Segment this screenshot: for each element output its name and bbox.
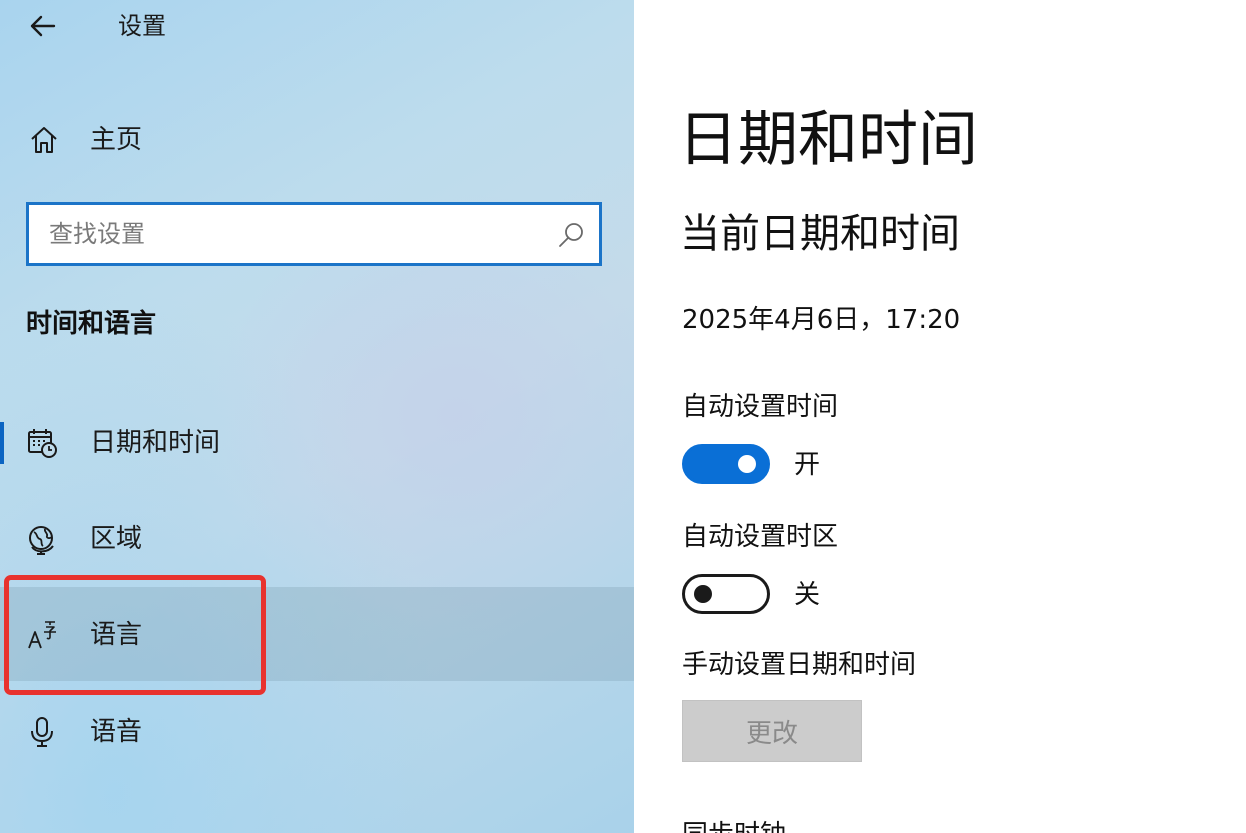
auto-timezone-toggle[interactable] bbox=[682, 574, 770, 614]
main-content: 日期和时间 当前日期和时间 2025年4月6日，17:20 自动设置时间 开 自… bbox=[634, 0, 1246, 833]
section-heading: 时间和语言 bbox=[26, 309, 157, 339]
home-icon bbox=[28, 124, 60, 156]
back-arrow-icon bbox=[30, 15, 56, 37]
change-button[interactable]: 更改 bbox=[682, 700, 862, 762]
sidebar-item-label: 主页 bbox=[90, 125, 143, 155]
auto-timezone-state: 关 bbox=[794, 580, 821, 610]
search-input[interactable] bbox=[49, 213, 549, 255]
settings-sidebar: 设置 主页 时间和语言 日期和时间 bbox=[0, 0, 634, 833]
app-title: 设置 bbox=[118, 12, 166, 40]
sidebar-item-label: 区域 bbox=[90, 524, 143, 554]
sync-clock-heading: 同步时钟 bbox=[682, 818, 786, 833]
search-box bbox=[26, 202, 602, 266]
page-title: 日期和时间 bbox=[678, 105, 978, 175]
auto-time-label: 自动设置时间 bbox=[682, 392, 839, 422]
sidebar-item-home[interactable]: 主页 bbox=[0, 104, 634, 176]
toggle-knob bbox=[738, 455, 756, 473]
toggle-knob bbox=[694, 585, 712, 603]
globe-icon bbox=[26, 523, 58, 555]
sidebar-item-label: 语音 bbox=[90, 717, 143, 747]
auto-timezone-label: 自动设置时区 bbox=[682, 522, 839, 552]
current-section-title: 当前日期和时间 bbox=[680, 211, 960, 257]
calendar-clock-icon bbox=[26, 427, 58, 459]
microphone-icon bbox=[26, 716, 58, 748]
sidebar-item-region[interactable]: 区域 bbox=[0, 503, 634, 575]
search-icon[interactable] bbox=[557, 221, 585, 249]
annotation-highlight-box bbox=[4, 575, 266, 695]
current-datetime: 2025年4月6日，17:20 bbox=[682, 305, 961, 335]
auto-time-state: 开 bbox=[794, 450, 821, 480]
sidebar-item-label: 日期和时间 bbox=[90, 428, 221, 458]
sidebar-item-date-time[interactable]: 日期和时间 bbox=[0, 407, 634, 479]
manual-set-label: 手动设置日期和时间 bbox=[682, 650, 917, 680]
auto-time-toggle[interactable] bbox=[682, 444, 770, 484]
back-button[interactable] bbox=[14, 6, 70, 46]
sidebar-item-speech[interactable]: 语音 bbox=[0, 696, 634, 768]
